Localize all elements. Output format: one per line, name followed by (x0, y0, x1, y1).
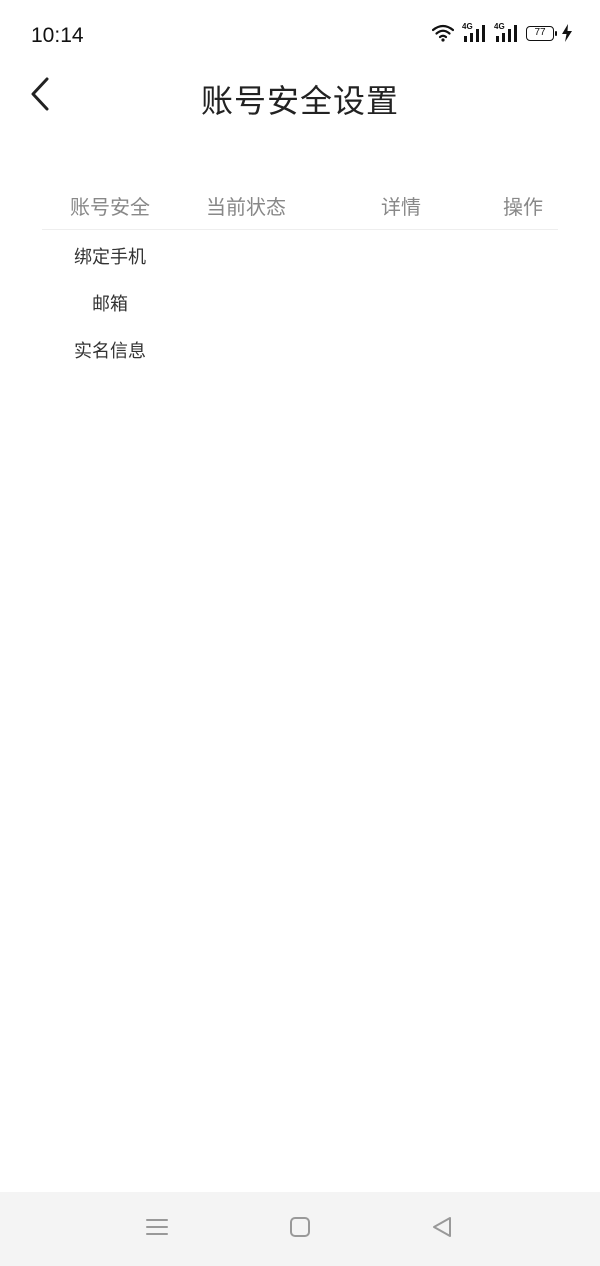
table-row-bind-phone: 绑定手机 (42, 232, 558, 279)
home-square-icon (288, 1215, 312, 1243)
network-type-1: 4G (462, 22, 473, 31)
cellular-signal-icon-2: 4G (494, 22, 518, 42)
menu-icon (145, 1217, 169, 1241)
cell-item-bind-phone: 绑定手机 (74, 246, 146, 268)
system-navigation-bar (0, 1192, 600, 1266)
cell-item-real-name: 实名信息 (74, 340, 146, 362)
status-time: 10:14 (31, 24, 84, 47)
account-security-table: 账号安全 当前状态 详情 操作 绑定手机 邮箱 实名信息 (42, 182, 558, 373)
back-triangle-icon (430, 1215, 454, 1243)
nav-home-button[interactable] (280, 1212, 320, 1246)
column-header-actions: 操作 (503, 195, 543, 219)
cellular-signal-icon-1: 4G (462, 22, 486, 42)
status-icons: 4G 4G 77 (432, 22, 572, 42)
column-header-details: 详情 (381, 195, 421, 219)
table-body: 绑定手机 邮箱 实名信息 (42, 232, 558, 373)
table-row-real-name: 实名信息 (42, 326, 558, 373)
column-header-account-security: 账号安全 (70, 195, 150, 219)
cell-item-email: 邮箱 (92, 293, 128, 315)
battery-icon: 77 (526, 25, 557, 41)
column-header-current-status: 当前状态 (206, 195, 286, 219)
table-header: 账号安全 当前状态 详情 操作 (42, 182, 558, 230)
charging-bolt-icon (562, 24, 572, 42)
header: 账号安全设置 (0, 62, 600, 132)
table-row-email: 邮箱 (42, 279, 558, 326)
network-type-2: 4G (494, 22, 505, 31)
nav-back-button[interactable] (422, 1212, 462, 1246)
nav-menu-button[interactable] (137, 1212, 177, 1246)
wifi-icon (432, 24, 454, 42)
page-title: 账号安全设置 (200, 82, 399, 120)
